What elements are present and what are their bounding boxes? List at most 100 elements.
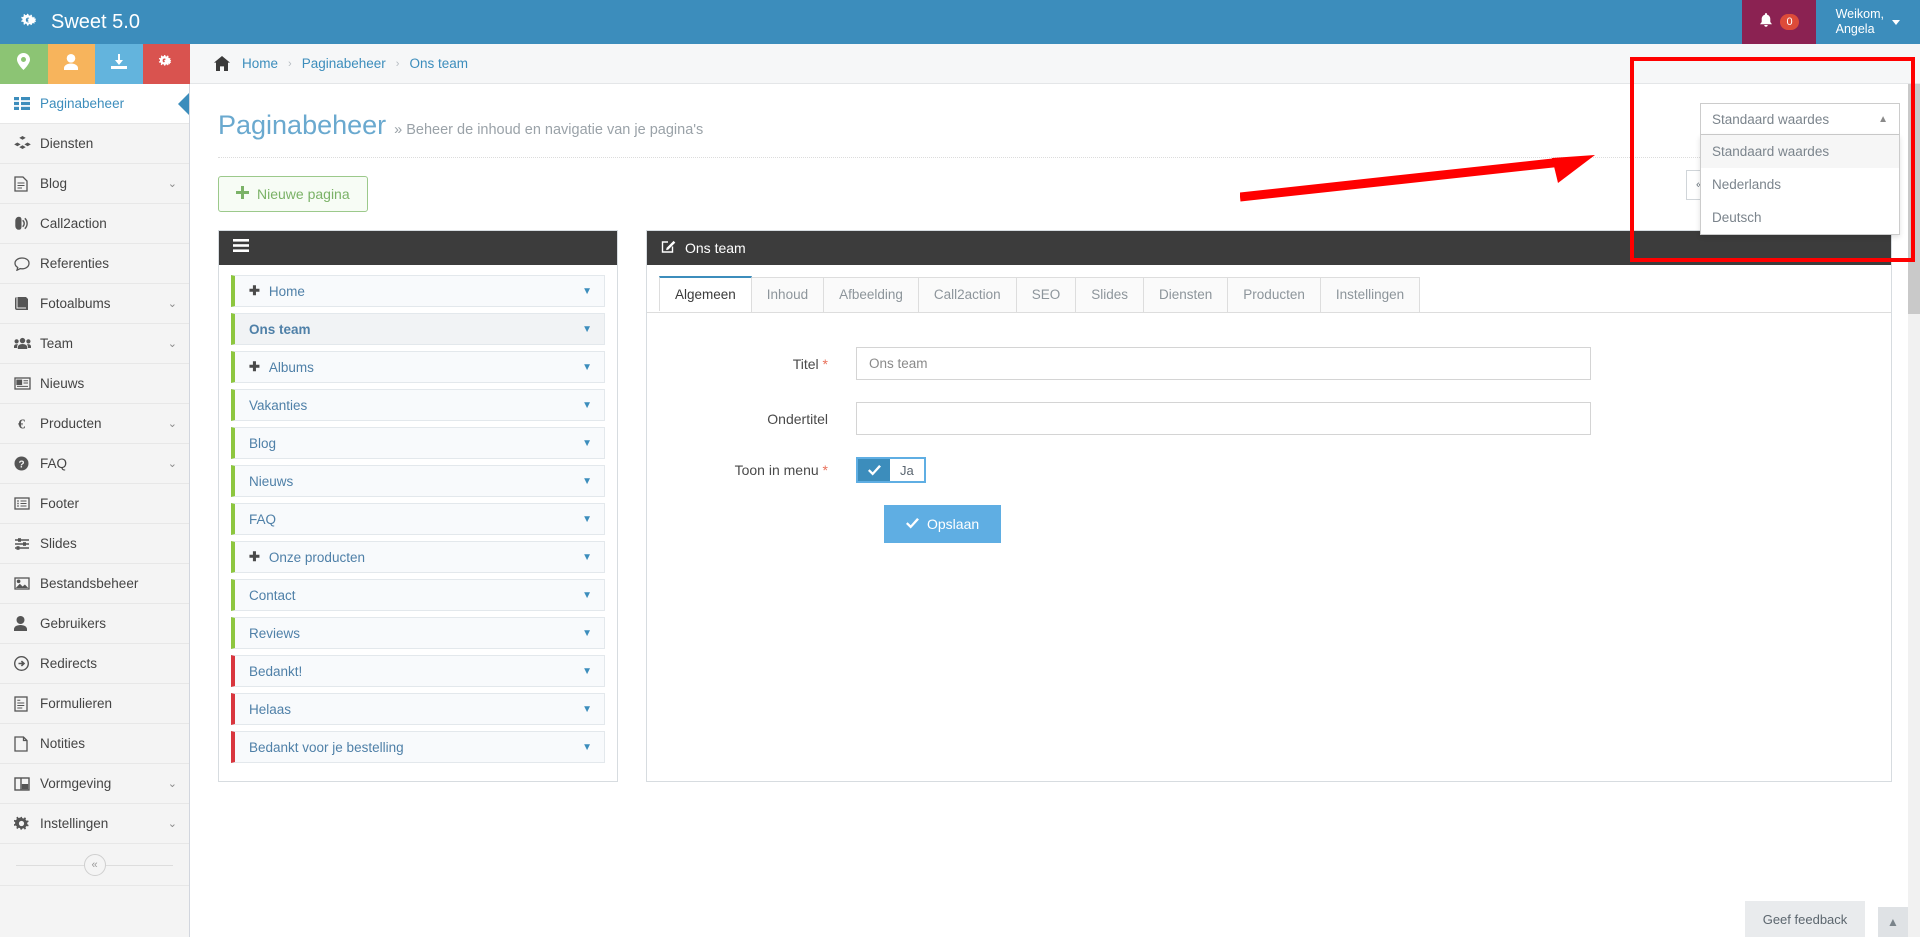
app-root: Sweet 5.0 0 Weikom, Angela Home › Pagina… — [0, 0, 1920, 937]
tree-item[interactable]: FAQ ▼ — [231, 503, 605, 535]
chevron-down-icon[interactable]: ▼ — [582, 476, 592, 487]
hamburger-icon[interactable] — [233, 239, 249, 257]
edit-header-left: Ons team — [661, 239, 746, 257]
language-option-nederlands[interactable]: Nederlands — [1701, 168, 1899, 201]
document-icon — [14, 175, 40, 192]
double-chevron-left-icon: « — [83, 853, 106, 876]
tree-item[interactable]: Ons team ▼ — [231, 313, 605, 345]
form-row-title: Titel * — [671, 347, 1867, 380]
tree-item[interactable]: Blog ▼ — [231, 427, 605, 459]
sidebar-item-fotoalbums[interactable]: Fotoalbums ⌄ — [0, 284, 189, 324]
tab-instellingen[interactable]: Instellingen — [1319, 277, 1421, 312]
chevron-down-icon[interactable]: ▼ — [582, 742, 592, 753]
tab-inhoud[interactable]: Inhoud — [750, 277, 825, 312]
sidebar-item-bestandsbeheer[interactable]: Bestandsbeheer — [0, 564, 189, 604]
notifications-button[interactable]: 0 — [1742, 0, 1816, 44]
tree-item[interactable]: Nieuws ▼ — [231, 465, 605, 497]
tree-item[interactable]: Reviews ▼ — [231, 617, 605, 649]
plus-icon[interactable]: ✚ — [249, 549, 260, 565]
sidebar-item-call2action[interactable]: Call2action — [0, 204, 189, 244]
sidebar-item-notities[interactable]: Notities — [0, 724, 189, 764]
tree-item-left: Contact — [249, 588, 296, 603]
sidebar-item-footer[interactable]: Footer — [0, 484, 189, 524]
chevron-down-icon[interactable]: ▼ — [582, 324, 592, 335]
quick-action-user[interactable] — [47, 44, 95, 84]
feedback-button[interactable]: Geef feedback — [1745, 901, 1865, 937]
chevron-down-icon[interactable]: ▼ — [582, 286, 592, 297]
save-button[interactable]: Opslaan — [884, 505, 1002, 543]
home-icon[interactable] — [214, 56, 230, 71]
sidebar-item-diensten[interactable]: Diensten — [0, 124, 189, 164]
chevron-down-icon[interactable]: ▼ — [582, 666, 592, 677]
sidebar-item-instellingen[interactable]: Instellingen ⌄ — [0, 804, 189, 844]
tree-item-left: Nieuws — [249, 474, 293, 489]
tab-algemeen[interactable]: Algemeen — [659, 276, 752, 311]
tree-item[interactable]: Contact ▼ — [231, 579, 605, 611]
new-page-button[interactable]: Nieuwe pagina — [218, 176, 368, 212]
notification-count: 0 — [1780, 14, 1799, 30]
subtitle-input[interactable] — [856, 402, 1591, 435]
breadcrumb-item-paginabeheer[interactable]: Paginabeheer — [302, 56, 386, 71]
sidebar-item-paginabeheer[interactable]: Paginabeheer — [0, 84, 189, 124]
plus-icon[interactable]: ✚ — [249, 359, 260, 375]
sidebar-item-team[interactable]: Team ⌄ — [0, 324, 189, 364]
sidebar-item-vormgeving[interactable]: Vormgeving ⌄ — [0, 764, 189, 804]
chevron-down-icon[interactable]: ▼ — [582, 628, 592, 639]
sidebar-item-nieuws[interactable]: Nieuws — [0, 364, 189, 404]
sidebar-item-redirects[interactable]: Redirects — [0, 644, 189, 684]
gears-icon — [158, 54, 175, 75]
tree-item-label: Reviews — [249, 625, 301, 641]
chevron-down-icon[interactable]: ▼ — [582, 590, 592, 601]
tree-item[interactable]: Bedankt voor je bestelling ▼ — [231, 731, 605, 763]
title-label-text: Titel — [792, 355, 819, 372]
sidebar-item-gebruikers[interactable]: Gebruikers — [0, 604, 189, 644]
sidebar-item-producten[interactable]: € Producten ⌄ — [0, 404, 189, 444]
tree-item[interactable]: Vakanties ▼ — [231, 389, 605, 421]
language-select-trigger[interactable]: Standaard waardes ▲ — [1700, 103, 1900, 135]
brand-logo[interactable]: Sweet 5.0 — [0, 0, 190, 44]
image-icon — [14, 577, 40, 590]
tree-item[interactable]: ✚ Onze producten ▼ — [231, 541, 605, 573]
scrollbar-thumb[interactable] — [1908, 84, 1920, 314]
tab-diensten[interactable]: Diensten — [1143, 277, 1229, 312]
quick-action-location[interactable] — [0, 44, 48, 84]
page-subtitle: » Beheer de inhoud en navigatie van je p… — [394, 122, 704, 138]
show-in-menu-toggle[interactable]: Ja — [856, 457, 926, 483]
title-input[interactable] — [856, 347, 1591, 380]
euro-icon: € — [14, 416, 40, 432]
sidebar-item-label: Producten — [40, 416, 102, 431]
top-bar: Sweet 5.0 0 Weikom, Angela — [0, 0, 1920, 44]
breadcrumb-item-home[interactable]: Home — [242, 56, 278, 71]
tree-item[interactable]: Bedankt! ▼ — [231, 655, 605, 687]
sidebar-item-formulieren[interactable]: Formulieren — [0, 684, 189, 724]
sidebar-item-slides[interactable]: Slides — [0, 524, 189, 564]
chevron-down-icon[interactable]: ▼ — [582, 438, 592, 449]
language-option-deutsch[interactable]: Deutsch — [1701, 201, 1899, 234]
tree-item[interactable]: Helaas ▼ — [231, 693, 605, 725]
header-divider — [218, 157, 1892, 158]
tab-seo[interactable]: SEO — [1015, 277, 1077, 312]
tree-item[interactable]: ✚ Albums ▼ — [231, 351, 605, 383]
scroll-to-top-button[interactable]: ▲ — [1878, 907, 1908, 937]
user-menu[interactable]: Weikom, Angela — [1816, 0, 1920, 44]
tab-producten[interactable]: Producten — [1227, 277, 1321, 312]
language-option-standaard-waardes[interactable]: Standaard waardes — [1701, 135, 1899, 168]
sidebar-item-faq[interactable]: ? FAQ ⌄ — [0, 444, 189, 484]
show-in-menu-label: Toon in menu * — [671, 462, 856, 478]
chevron-down-icon[interactable]: ▼ — [582, 704, 592, 715]
tree-item[interactable]: ✚ Home ▼ — [231, 275, 605, 307]
tab-slides[interactable]: Slides — [1075, 277, 1144, 312]
chevron-down-icon[interactable]: ▼ — [582, 362, 592, 373]
sidebar-collapse-button[interactable]: « — [0, 844, 189, 886]
quick-action-download[interactable] — [95, 44, 143, 84]
sidebar-item-referenties[interactable]: Referenties — [0, 244, 189, 284]
chevron-down-icon[interactable]: ▼ — [582, 514, 592, 525]
chevron-down-icon[interactable]: ▼ — [582, 552, 592, 563]
tab-call2action[interactable]: Call2action — [917, 277, 1017, 312]
plus-icon[interactable]: ✚ — [249, 283, 260, 299]
tab-afbeelding[interactable]: Afbeelding — [823, 277, 919, 312]
page-scrollbar[interactable] — [1908, 84, 1920, 937]
quick-action-settings[interactable] — [142, 44, 190, 84]
chevron-down-icon[interactable]: ▼ — [582, 400, 592, 411]
sidebar-item-blog[interactable]: Blog ⌄ — [0, 164, 189, 204]
